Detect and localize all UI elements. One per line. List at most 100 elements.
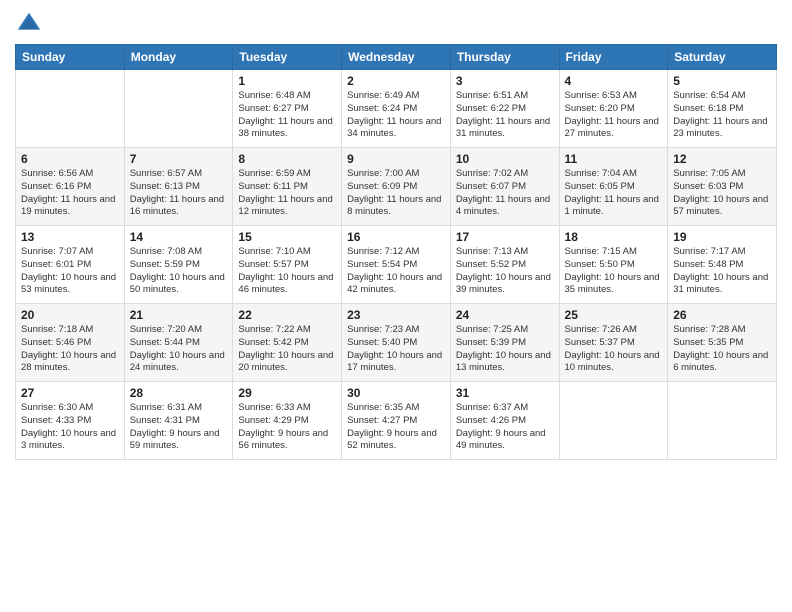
- calendar-week-row: 13 Sunrise: 7:07 AM Sunset: 6:01 PM Dayli…: [16, 226, 777, 304]
- day-info: Sunrise: 6:59 AM Sunset: 6:11 PM Dayligh…: [238, 168, 336, 219]
- calendar-cell: 22Sunrise: 7:22 AM Sunset: 5:42 PM Dayli…: [233, 304, 342, 382]
- calendar-cell: 9 Sunrise: 7:00 AM Sunset: 6:09 PM Daylig…: [342, 148, 451, 226]
- day-number: 10: [456, 152, 554, 166]
- day-info: Sunrise: 7:10 AM Sunset: 5:57 PM Dayligh…: [238, 246, 336, 297]
- day-info: Sunrise: 7:04 AM Sunset: 6:05 PM Dayligh…: [565, 168, 663, 219]
- day-number: 27: [21, 386, 119, 400]
- calendar-cell: 30Sunrise: 6:35 AM Sunset: 4:27 PM Dayli…: [342, 382, 451, 460]
- calendar-cell: [16, 70, 125, 148]
- calendar-week-row: 27 Sunrise: 6:30 AM Sunset: 4:33 PM Dayli…: [16, 382, 777, 460]
- day-number: 19: [673, 230, 771, 244]
- day-info: Sunrise: 6:54 AM Sunset: 6:18 PM Dayligh…: [673, 90, 771, 141]
- calendar-cell: 25 Sunrise: 7:26 AM Sunset: 5:37 PM Dayli…: [559, 304, 668, 382]
- day-number: 14: [130, 230, 228, 244]
- logo: [15, 10, 47, 38]
- calendar-cell: 19 Sunrise: 7:17 AM Sunset: 5:48 PM Dayli…: [668, 226, 777, 304]
- day-number: 5: [673, 74, 771, 88]
- calendar-cell: 31 Sunrise: 6:37 AM Sunset: 4:26 PM Dayli…: [450, 382, 559, 460]
- day-info: Sunrise: 7:05 AM Sunset: 6:03 PM Dayligh…: [673, 168, 771, 219]
- day-number: 3: [456, 74, 554, 88]
- day-info: Sunrise: 6:30 AM Sunset: 4:33 PM Dayligh…: [21, 402, 119, 453]
- day-info: Sunrise: 7:13 AM Sunset: 5:52 PM Dayligh…: [456, 246, 554, 297]
- day-number: 11: [565, 152, 663, 166]
- day-number: 7: [130, 152, 228, 166]
- header: [15, 10, 777, 38]
- day-number: 13: [21, 230, 119, 244]
- day-info: Sunrise: 7:12 AM Sunset: 5:54 PM Dayligh…: [347, 246, 445, 297]
- day-number: 9: [347, 152, 445, 166]
- calendar-day-header: Tuesday: [233, 45, 342, 70]
- day-number: 26: [673, 308, 771, 322]
- day-number: 15: [238, 230, 336, 244]
- day-number: 21: [130, 308, 228, 322]
- day-number: 28: [130, 386, 228, 400]
- day-info: Sunrise: 6:57 AM Sunset: 6:13 PM Dayligh…: [130, 168, 228, 219]
- day-number: 2: [347, 74, 445, 88]
- day-info: Sunrise: 6:56 AM Sunset: 6:16 PM Dayligh…: [21, 168, 119, 219]
- day-number: 6: [21, 152, 119, 166]
- calendar-cell: 18 Sunrise: 7:15 AM Sunset: 5:50 PM Dayli…: [559, 226, 668, 304]
- calendar-day-header: Thursday: [450, 45, 559, 70]
- day-info: Sunrise: 6:53 AM Sunset: 6:20 PM Dayligh…: [565, 90, 663, 141]
- day-info: Sunrise: 7:25 AM Sunset: 5:39 PM Dayligh…: [456, 324, 554, 375]
- day-info: Sunrise: 6:51 AM Sunset: 6:22 PM Dayligh…: [456, 90, 554, 141]
- calendar-cell: 23 Sunrise: 7:23 AM Sunset: 5:40 PM Dayli…: [342, 304, 451, 382]
- day-info: Sunrise: 7:23 AM Sunset: 5:40 PM Dayligh…: [347, 324, 445, 375]
- calendar-cell: 8 Sunrise: 6:59 AM Sunset: 6:11 PM Daylig…: [233, 148, 342, 226]
- calendar-week-row: 20Sunrise: 7:18 AM Sunset: 5:46 PM Dayli…: [16, 304, 777, 382]
- calendar-cell: 24 Sunrise: 7:25 AM Sunset: 5:39 PM Dayli…: [450, 304, 559, 382]
- calendar-cell: [559, 382, 668, 460]
- day-info: Sunrise: 7:15 AM Sunset: 5:50 PM Dayligh…: [565, 246, 663, 297]
- calendar-cell: 21 Sunrise: 7:20 AM Sunset: 5:44 PM Dayli…: [124, 304, 233, 382]
- day-number: 22: [238, 308, 336, 322]
- day-info: Sunrise: 6:48 AM Sunset: 6:27 PM Dayligh…: [238, 90, 336, 141]
- calendar-day-header: Monday: [124, 45, 233, 70]
- calendar-cell: 6 Sunrise: 6:56 AM Sunset: 6:16 PM Daylig…: [16, 148, 125, 226]
- day-info: Sunrise: 6:37 AM Sunset: 4:26 PM Dayligh…: [456, 402, 554, 453]
- calendar-cell: 26Sunrise: 7:28 AM Sunset: 5:35 PM Dayli…: [668, 304, 777, 382]
- calendar-cell: 14 Sunrise: 7:08 AM Sunset: 5:59 PM Dayli…: [124, 226, 233, 304]
- day-number: 16: [347, 230, 445, 244]
- calendar-cell: 11 Sunrise: 7:04 AM Sunset: 6:05 PM Dayli…: [559, 148, 668, 226]
- calendar-cell: 12 Sunrise: 7:05 AM Sunset: 6:03 PM Dayli…: [668, 148, 777, 226]
- calendar-cell: [124, 70, 233, 148]
- calendar-week-row: 6 Sunrise: 6:56 AM Sunset: 6:16 PM Daylig…: [16, 148, 777, 226]
- day-number: 25: [565, 308, 663, 322]
- day-number: 1: [238, 74, 336, 88]
- day-info: Sunrise: 7:07 AM Sunset: 6:01 PM Dayligh…: [21, 246, 119, 297]
- day-info: Sunrise: 6:31 AM Sunset: 4:31 PM Dayligh…: [130, 402, 228, 453]
- day-number: 17: [456, 230, 554, 244]
- calendar-cell: 15 Sunrise: 7:10 AM Sunset: 5:57 PM Dayli…: [233, 226, 342, 304]
- day-info: Sunrise: 7:08 AM Sunset: 5:59 PM Dayligh…: [130, 246, 228, 297]
- day-number: 18: [565, 230, 663, 244]
- day-info: Sunrise: 7:20 AM Sunset: 5:44 PM Dayligh…: [130, 324, 228, 375]
- calendar-cell: 1 Sunrise: 6:48 AM Sunset: 6:27 PM Daylig…: [233, 70, 342, 148]
- day-info: Sunrise: 7:17 AM Sunset: 5:48 PM Dayligh…: [673, 246, 771, 297]
- day-number: 8: [238, 152, 336, 166]
- calendar-cell: 4 Sunrise: 6:53 AM Sunset: 6:20 PM Daylig…: [559, 70, 668, 148]
- calendar-cell: [668, 382, 777, 460]
- calendar-cell: 16 Sunrise: 7:12 AM Sunset: 5:54 PM Dayli…: [342, 226, 451, 304]
- page: SundayMondayTuesdayWednesdayThursdayFrid…: [0, 0, 792, 612]
- day-info: Sunrise: 7:26 AM Sunset: 5:37 PM Dayligh…: [565, 324, 663, 375]
- day-number: 23: [347, 308, 445, 322]
- day-info: Sunrise: 6:49 AM Sunset: 6:24 PM Dayligh…: [347, 90, 445, 141]
- calendar-day-header: Friday: [559, 45, 668, 70]
- calendar-cell: 17 Sunrise: 7:13 AM Sunset: 5:52 PM Dayli…: [450, 226, 559, 304]
- day-number: 31: [456, 386, 554, 400]
- day-number: 29: [238, 386, 336, 400]
- day-info: Sunrise: 6:33 AM Sunset: 4:29 PM Dayligh…: [238, 402, 336, 453]
- calendar-cell: 28 Sunrise: 6:31 AM Sunset: 4:31 PM Dayli…: [124, 382, 233, 460]
- day-info: Sunrise: 7:00 AM Sunset: 6:09 PM Dayligh…: [347, 168, 445, 219]
- calendar-cell: 5 Sunrise: 6:54 AM Sunset: 6:18 PM Daylig…: [668, 70, 777, 148]
- day-number: 20: [21, 308, 119, 322]
- day-number: 24: [456, 308, 554, 322]
- day-number: 30: [347, 386, 445, 400]
- day-number: 4: [565, 74, 663, 88]
- calendar-cell: 7 Sunrise: 6:57 AM Sunset: 6:13 PM Daylig…: [124, 148, 233, 226]
- calendar-cell: 29 Sunrise: 6:33 AM Sunset: 4:29 PM Dayli…: [233, 382, 342, 460]
- calendar-day-header: Wednesday: [342, 45, 451, 70]
- day-info: Sunrise: 7:02 AM Sunset: 6:07 PM Dayligh…: [456, 168, 554, 219]
- day-number: 12: [673, 152, 771, 166]
- calendar-cell: 2 Sunrise: 6:49 AM Sunset: 6:24 PM Daylig…: [342, 70, 451, 148]
